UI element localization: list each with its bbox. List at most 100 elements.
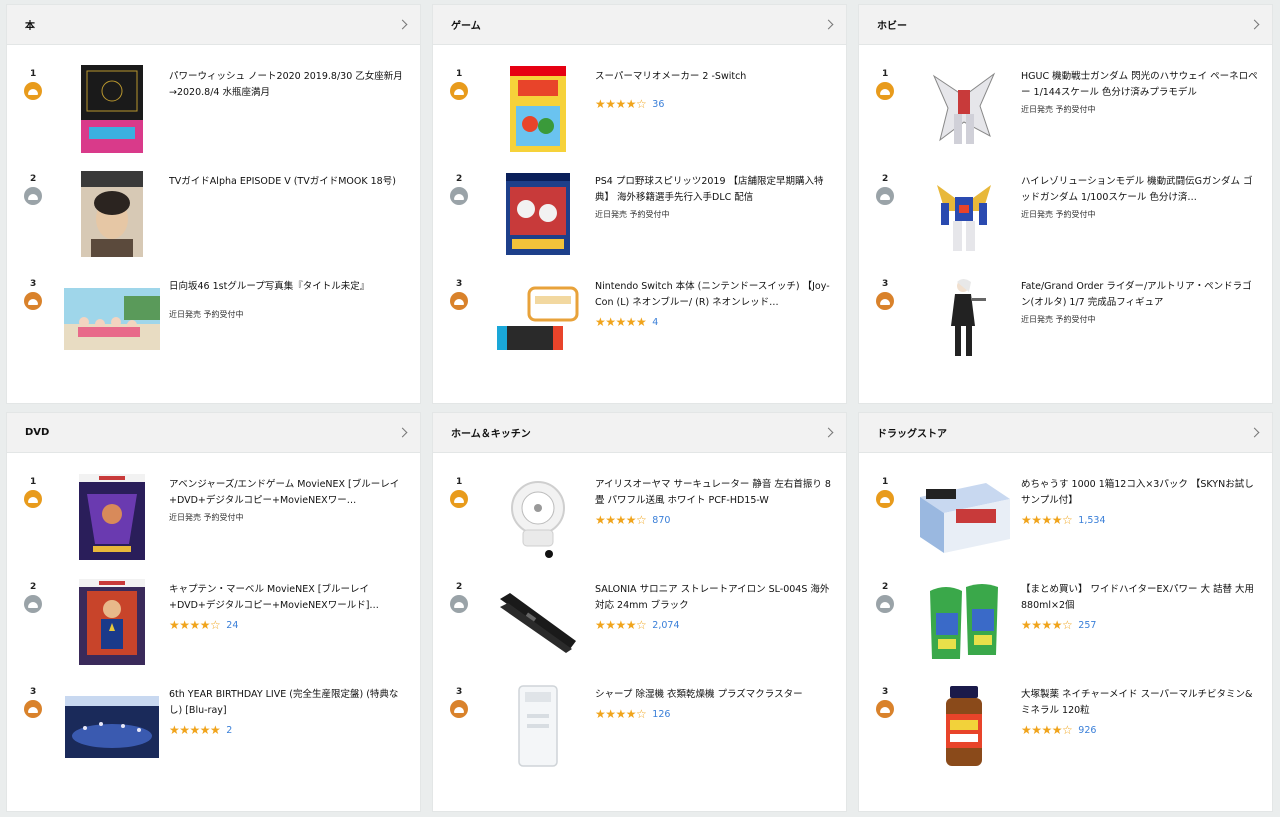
panel-header[interactable]: ホビー <box>859 5 1272 45</box>
star-rating-icon[interactable]: ★★★★☆ <box>169 618 221 632</box>
review-count[interactable]: 4 <box>652 317 658 328</box>
product-image[interactable] <box>488 168 588 260</box>
crown-icon <box>876 187 894 205</box>
star-rating-icon[interactable]: ★★★★☆ <box>595 513 647 527</box>
review-count[interactable]: 926 <box>1078 725 1096 736</box>
product-title[interactable]: HGUC 機動戦士ガンダム 閃光のハサウェイ ペーネロペー 1/144スケール … <box>1021 69 1259 101</box>
release-status: 近日発売 予約受付中 <box>1021 210 1096 219</box>
panel-header[interactable]: 本 <box>7 5 420 45</box>
review-count[interactable]: 2,074 <box>652 620 679 631</box>
star-rating-icon[interactable]: ★★★★☆ <box>1021 618 1073 632</box>
product-title[interactable]: 日向坂46 1stグループ写真集『タイトル未定』 <box>169 279 407 295</box>
star-rating-icon[interactable]: ★★★★☆ <box>1021 513 1073 527</box>
star-rating-icon[interactable]: ★★★★☆ <box>595 707 647 721</box>
crown-icon <box>876 82 894 100</box>
list-item[interactable]: 3 シャープ 除湿機 衣類乾燥機 プラズマクラスター ★★★★☆ 126 <box>433 681 846 781</box>
product-title[interactable]: 6th YEAR BIRTHDAY LIVE (完全生産限定盤) (特典なし) … <box>169 687 407 719</box>
list-item[interactable]: 1 めちゃうす 1000 1箱12コ入×3パック 【SKYNお試しサンプル付】 … <box>859 471 1272 571</box>
rating: ★★★★★ 4 <box>595 315 833 329</box>
review-count[interactable]: 257 <box>1078 620 1096 631</box>
list-item[interactable]: 3 大塚製薬 ネイチャーメイド スーパーマルチビタミン&ミネラル 120粒 ★★… <box>859 681 1272 781</box>
product-title[interactable]: Nintendo Switch 本体 (ニンテンドースイッチ) 【Joy-Con… <box>595 279 833 311</box>
product-title[interactable]: PS4 プロ野球スピリッツ2019 【店舗限定早期購入特典】 海外移籍選手先行入… <box>595 174 833 206</box>
chevron-right-icon[interactable] <box>1249 19 1260 30</box>
rank-number: 3 <box>30 279 37 289</box>
product-title[interactable]: シャープ 除湿機 衣類乾燥機 プラズマクラスター <box>595 687 833 703</box>
product-title[interactable]: パワーウィッシュ ノート2020 2019.8/30 乙女座新月→2020.8/… <box>169 69 407 101</box>
review-count[interactable]: 24 <box>226 620 238 631</box>
product-image[interactable] <box>62 471 162 563</box>
list-item[interactable]: 1 アベンジャーズ/エンドゲーム MovieNEX [ブルーレイ+DVD+デジタ… <box>7 471 420 571</box>
product-title[interactable]: ハイレゾリューションモデル 機動武闘伝Gガンダム ゴッドガンダム 1/100スケ… <box>1021 174 1259 206</box>
list-item[interactable]: 2 PS4 プロ野球スピリッツ2019 【店舗限定早期購入特典】 海外移籍選手先… <box>433 168 846 268</box>
product-title[interactable]: めちゃうす 1000 1箱12コ入×3パック 【SKYNお試しサンプル付】 <box>1021 477 1259 509</box>
list-item[interactable]: 3 日向坂46 1stグループ写真集『タイトル未定』 近日発売 予約受付中 <box>7 273 420 373</box>
product-title[interactable]: キャプテン・マーベル MovieNEX [ブルーレイ+DVD+デジタルコピー+M… <box>169 582 407 614</box>
panel-header[interactable]: ホーム＆キッチン <box>433 413 846 453</box>
list-item[interactable]: 1 アイリスオーヤマ サーキュレーター 静音 左右首振り 8畳 パワフル送風 ホ… <box>433 471 846 571</box>
product-title[interactable]: アイリスオーヤマ サーキュレーター 静音 左右首振り 8畳 パワフル送風 ホワイ… <box>595 477 833 509</box>
product-image[interactable] <box>914 471 1014 563</box>
chevron-right-icon[interactable] <box>397 427 408 438</box>
crown-icon <box>24 700 42 718</box>
star-rating-icon[interactable]: ★★★★☆ <box>595 618 647 632</box>
product-title[interactable]: Fate/Grand Order ライダー/アルトリア・ペンドラゴン(オルタ) … <box>1021 279 1259 311</box>
product-image[interactable] <box>62 63 162 155</box>
product-image[interactable] <box>914 63 1014 155</box>
product-title[interactable]: 大塚製薬 ネイチャーメイド スーパーマルチビタミン&ミネラル 120粒 <box>1021 687 1259 719</box>
crown-icon <box>450 187 468 205</box>
review-count[interactable]: 1,534 <box>1078 515 1105 526</box>
star-rating-icon[interactable]: ★★★★★ <box>595 315 647 329</box>
list-item[interactable]: 2 ハイレゾリューションモデル 機動武闘伝Gガンダム ゴッドガンダム 1/100… <box>859 168 1272 268</box>
product-image[interactable] <box>62 168 162 260</box>
product-image[interactable] <box>62 273 162 365</box>
list-item[interactable]: 1 スーパーマリオメーカー 2 -Switch ★★★★☆ 36 <box>433 63 846 163</box>
panel-header[interactable]: ゲーム <box>433 5 846 45</box>
product-image[interactable] <box>914 576 1014 668</box>
rating: ★★★★★ 2 <box>169 723 407 737</box>
product-image[interactable] <box>914 168 1014 260</box>
list-item[interactable]: 2 【まとめ買い】 ワイドハイターEXパワー 大 詰替 大用880ml×2個 ★… <box>859 576 1272 676</box>
panel-dvd: DVD 1 アベンジャーズ/エンドゲーム MovieNEX [ブルーレイ+DVD… <box>6 412 421 812</box>
product-image[interactable] <box>488 681 588 773</box>
rank-number: 2 <box>30 174 37 184</box>
chevron-right-icon[interactable] <box>823 19 834 30</box>
panel-header[interactable]: DVD <box>7 413 420 453</box>
list-item[interactable]: 3 Fate/Grand Order ライダー/アルトリア・ペンドラゴン(オルタ… <box>859 273 1272 373</box>
product-image[interactable] <box>488 471 588 563</box>
product-image[interactable] <box>488 576 588 668</box>
review-count[interactable]: 2 <box>226 725 232 736</box>
rank-number: 2 <box>456 174 463 184</box>
review-count[interactable]: 126 <box>652 709 670 720</box>
product-title[interactable]: 【まとめ買い】 ワイドハイターEXパワー 大 詰替 大用880ml×2個 <box>1021 582 1259 614</box>
panel-header[interactable]: ドラッグストア <box>859 413 1272 453</box>
star-rating-icon[interactable]: ★★★★☆ <box>1021 723 1073 737</box>
list-item[interactable]: 2 キャプテン・マーベル MovieNEX [ブルーレイ+DVD+デジタルコピー… <box>7 576 420 676</box>
rank-number: 2 <box>456 582 463 592</box>
rating: ★★★★☆ 257 <box>1021 618 1259 632</box>
product-image[interactable] <box>914 681 1014 773</box>
product-image[interactable] <box>488 273 588 365</box>
product-image[interactable] <box>62 681 162 773</box>
crown-icon <box>450 595 468 613</box>
list-item[interactable]: 1 HGUC 機動戦士ガンダム 閃光のハサウェイ ペーネロペー 1/144スケー… <box>859 63 1272 163</box>
product-image[interactable] <box>62 576 162 668</box>
star-rating-icon[interactable]: ★★★★☆ <box>595 97 647 111</box>
product-title[interactable]: SALONIA サロニア ストレートアイロン SL-004S 海外対応 24mm… <box>595 582 833 614</box>
list-item[interactable]: 2 TVガイドAlpha EPISODE V (TVガイドMOOK 18号) <box>7 168 420 268</box>
chevron-right-icon[interactable] <box>397 19 408 30</box>
chevron-right-icon[interactable] <box>823 427 834 438</box>
product-image[interactable] <box>914 273 1014 365</box>
star-rating-icon[interactable]: ★★★★★ <box>169 723 221 737</box>
list-item[interactable]: 3 Nintendo Switch 本体 (ニンテンドースイッチ) 【Joy-C… <box>433 273 846 373</box>
review-count[interactable]: 870 <box>652 515 670 526</box>
product-title[interactable]: スーパーマリオメーカー 2 -Switch <box>595 69 833 85</box>
product-title[interactable]: アベンジャーズ/エンドゲーム MovieNEX [ブルーレイ+DVD+デジタルコ… <box>169 477 407 509</box>
list-item[interactable]: 3 6th YEAR BIRTHDAY LIVE (完全生産限定盤) (特典なし… <box>7 681 420 781</box>
list-item[interactable]: 1 パワーウィッシュ ノート2020 2019.8/30 乙女座新月→2020.… <box>7 63 420 163</box>
list-item[interactable]: 2 SALONIA サロニア ストレートアイロン SL-004S 海外対応 24… <box>433 576 846 676</box>
review-count[interactable]: 36 <box>652 99 664 110</box>
chevron-right-icon[interactable] <box>1249 427 1260 438</box>
product-title[interactable]: TVガイドAlpha EPISODE V (TVガイドMOOK 18号) <box>169 174 407 190</box>
product-image[interactable] <box>488 63 588 155</box>
